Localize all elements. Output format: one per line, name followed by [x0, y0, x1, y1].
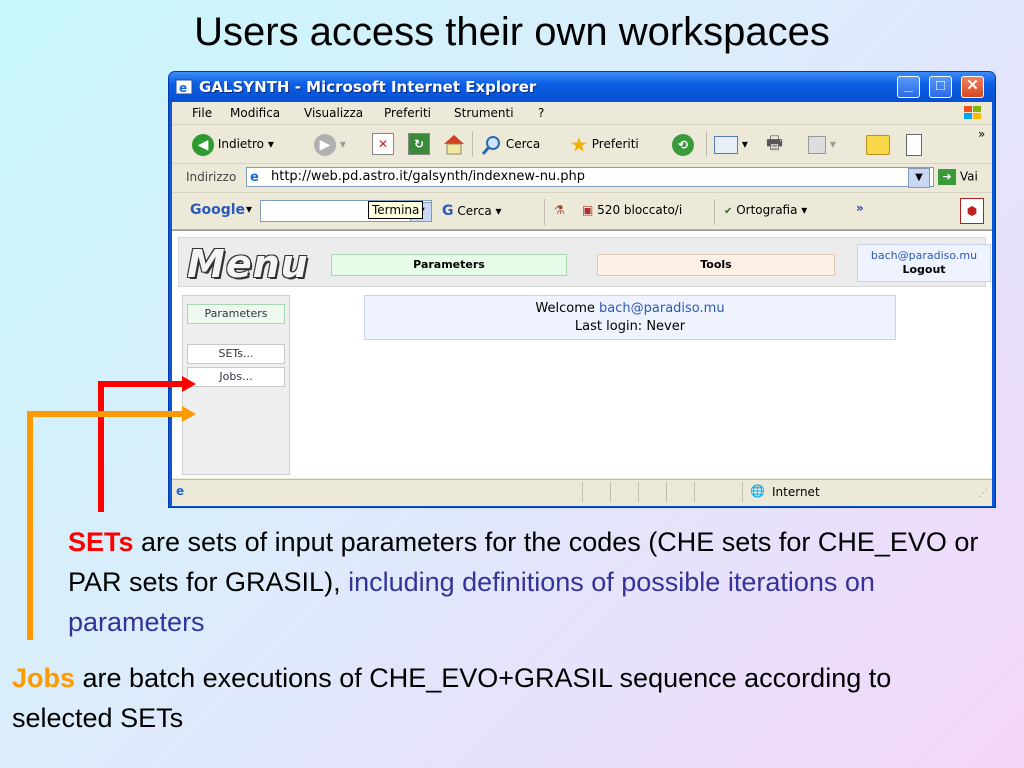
jobs-text: are batch executions of CHE_EVO+GRASIL s…	[12, 663, 892, 733]
sets-term: SETs	[68, 527, 134, 557]
sets-note: SETs are sets of input parameters for th…	[68, 522, 1018, 642]
jobs-term: Jobs	[12, 663, 76, 693]
sets-arrow	[98, 376, 196, 512]
callout-arrows	[27, 376, 196, 640]
jobs-note: Jobs are batch executions of CHE_EVO+GRA…	[12, 658, 972, 738]
